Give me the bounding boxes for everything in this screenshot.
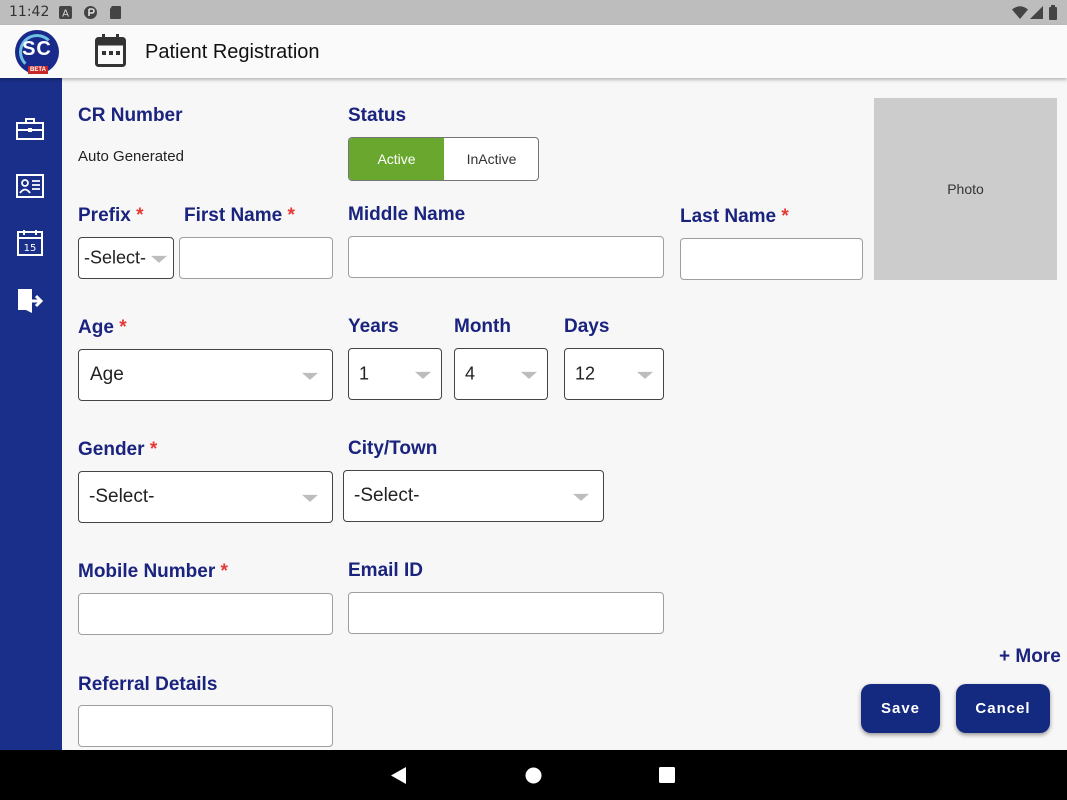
month-select-value: 4 <box>465 363 476 384</box>
city-label: City/Town <box>348 438 438 459</box>
status-label: Status <box>348 105 407 126</box>
first-name-input[interactable] <box>179 237 333 279</box>
referral-label: Referral Details <box>78 674 218 695</box>
svg-text:15: 15 <box>24 243 37 254</box>
svg-text:A: A <box>62 9 69 20</box>
years-label: Years <box>348 316 399 337</box>
photo-placeholder[interactable]: Photo <box>874 98 1057 280</box>
chevron-down-icon <box>573 493 589 501</box>
notification-a-icon: A <box>59 6 72 19</box>
month-label: Month <box>454 316 511 337</box>
prefix-select-value: -Select- <box>84 247 147 268</box>
email-label: Email ID <box>348 560 423 581</box>
status-inactive-option[interactable]: InActive <box>444 138 538 180</box>
mobile-label: Mobile Number * <box>78 561 228 582</box>
days-select[interactable]: 12 <box>564 348 664 400</box>
prefix-label: Prefix * <box>78 205 144 226</box>
years-select[interactable]: 1 <box>348 348 442 400</box>
referral-input[interactable] <box>78 705 333 747</box>
chevron-down-icon <box>415 371 431 379</box>
app-logo: SC BETA <box>15 30 59 74</box>
days-select-value: 12 <box>575 363 596 384</box>
id-card-icon[interactable] <box>16 172 44 200</box>
cancel-button[interactable]: Cancel <box>956 684 1050 733</box>
status-active-option[interactable]: Active <box>349 138 444 180</box>
days-label: Days <box>564 316 610 337</box>
app-logo-text: SC <box>22 38 52 60</box>
city-select-value: -Select- <box>354 485 420 506</box>
gender-select[interactable]: -Select- <box>78 471 333 523</box>
last-name-label: Last Name * <box>680 206 789 227</box>
mobile-input[interactable] <box>78 593 333 635</box>
chevron-down-icon <box>151 255 167 263</box>
status-bar: 11:42 A <box>0 0 1067 25</box>
status-toggle: Active InActive <box>348 137 539 181</box>
notification-p-icon <box>84 6 97 19</box>
page-title: Patient Registration <box>145 41 320 63</box>
years-select-value: 1 <box>359 363 370 384</box>
city-select[interactable]: -Select- <box>343 470 604 522</box>
beta-badge: BETA <box>28 66 48 74</box>
chevron-down-icon <box>302 494 318 502</box>
save-button[interactable]: Save <box>861 684 940 733</box>
calendar-icon[interactable] <box>95 34 126 67</box>
photo-label: Photo <box>947 181 984 197</box>
email-input[interactable] <box>348 592 664 634</box>
calendar-15-icon[interactable]: 15 <box>16 229 44 257</box>
recents-icon[interactable] <box>659 767 675 783</box>
middle-name-label: Middle Name <box>348 204 466 225</box>
middle-name-input[interactable] <box>348 236 664 278</box>
status-time: 11:42 <box>9 4 50 20</box>
last-name-input[interactable] <box>680 238 863 280</box>
month-select[interactable]: 4 <box>454 348 548 400</box>
age-select[interactable]: Age <box>78 349 333 401</box>
age-label: Age * <box>78 317 127 338</box>
chevron-down-icon <box>302 372 318 380</box>
chevron-down-icon <box>637 371 653 379</box>
battery-icon <box>1049 5 1057 20</box>
chevron-down-icon <box>521 371 537 379</box>
cr-number-value: Auto Generated <box>78 148 184 165</box>
cr-number-label: CR Number <box>78 105 183 126</box>
app-bar: SC BETA Patient Registration <box>0 25 1067 78</box>
gender-label: Gender * <box>78 439 158 460</box>
logout-icon[interactable] <box>16 287 44 315</box>
prefix-select[interactable]: -Select- <box>78 237 174 279</box>
age-select-value: Age <box>90 364 124 385</box>
signal-icon <box>1030 6 1043 19</box>
more-link[interactable]: + More <box>999 646 1061 668</box>
back-icon[interactable] <box>391 767 407 784</box>
briefcase-icon[interactable] <box>16 115 44 143</box>
home-icon[interactable] <box>525 767 542 784</box>
first-name-label: First Name * <box>184 205 295 226</box>
sd-card-icon <box>110 6 121 19</box>
sidebar: 15 <box>0 78 62 750</box>
gender-select-value: -Select- <box>89 486 155 507</box>
wifi-icon <box>1012 6 1028 19</box>
system-nav-bar <box>0 750 1067 800</box>
